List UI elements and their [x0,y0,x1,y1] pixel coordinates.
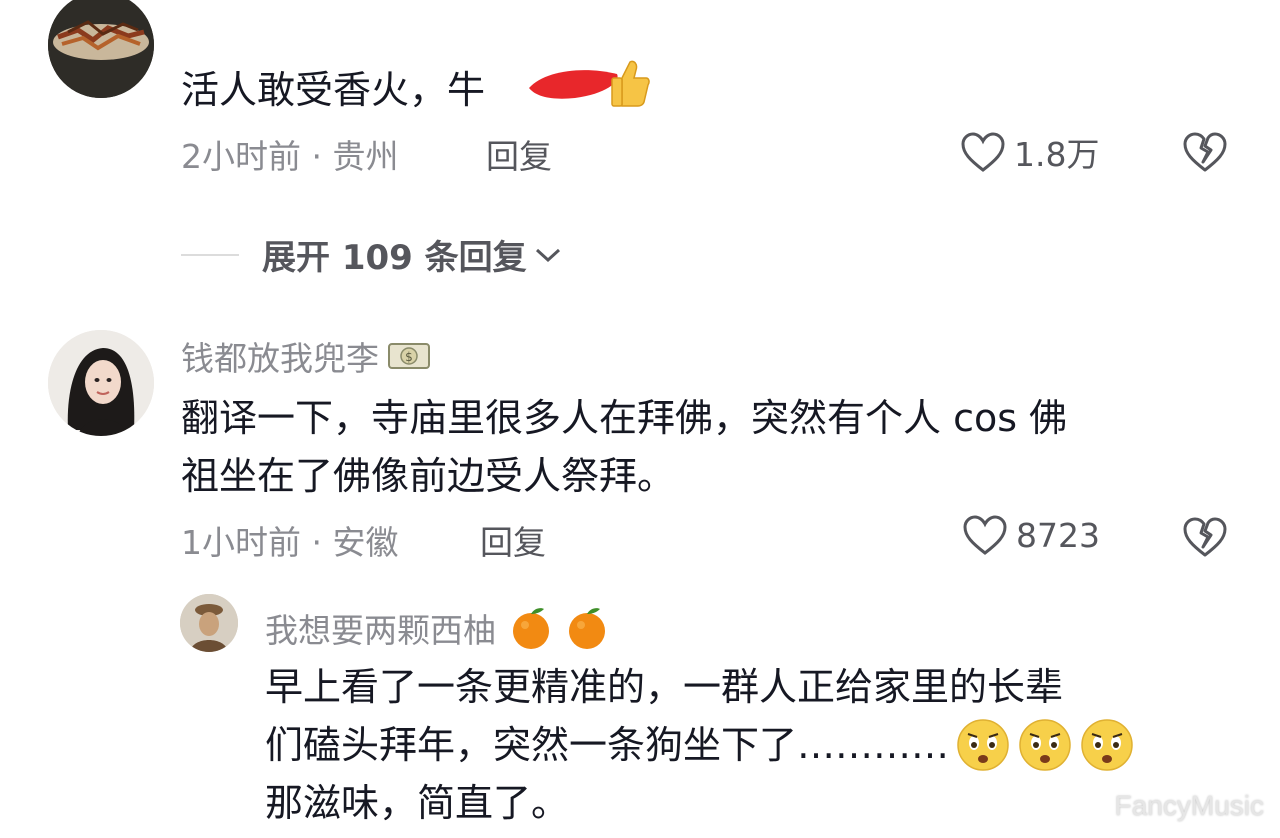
orange-emoji [569,608,605,649]
avatar-image [48,0,154,98]
avatar[interactable] [48,0,154,98]
reply-text-line-with-emoji: 们磕头拜年，突然一条狗坐下了………… [265,716,1135,774]
crying-face-emoji [957,719,1009,771]
reply-button[interactable]: 回复 [486,130,552,178]
heart-icon [961,132,1005,172]
comment-meta: 2小时前 · 贵州 [181,137,399,176]
comment-text-line: 翻译一下，寺庙里很多人在拜佛，突然有个人 cos 佛 [181,396,1068,440]
money-icon: $ [388,343,430,369]
expand-replies-button[interactable]: 展开 109 条回复 [262,230,563,279]
reply-text-line: 那滋味，简直了。 [265,781,570,825]
comment-text: 活人敢受香火，牛 [181,68,486,112]
orange-emoji [513,608,549,649]
crying-face-emoji [1081,719,1133,771]
broken-heart-icon[interactable] [1181,130,1229,174]
like-count: 8723 [1016,515,1100,555]
svg-text:$: $ [405,350,413,364]
comment-text: 翻译一下，寺庙里很多人在拜佛，突然有个人 cos 佛 祖坐在了佛像前边受人祭拜。 [181,389,1067,505]
expand-replies-label: 展开 109 条回复 [262,238,527,278]
reply-text: 早上看了一条更精准的，一群人正给家里的长辈 们磕头拜年，突然一条狗坐下了………… [265,658,1135,832]
avatar-image [48,330,154,436]
crying-face-emoji [1019,719,1071,771]
like-count: 1.8万 [1014,135,1100,174]
thumbs-up-icon [611,60,650,107]
avatar[interactable] [180,594,238,652]
chevron-down-icon [535,248,560,262]
avatar[interactable] [48,330,154,436]
comment-text-line: 祖坐在了佛像前边受人祭拜。 [181,454,676,498]
reply-username[interactable]: 我想要两颗西柚 [265,604,608,652]
reply-text-line: 早上看了一条更精准的，一群人正给家里的长辈 [265,665,1064,709]
watermark: FancyMusic [1114,790,1264,821]
heart-icon [963,515,1007,555]
reply-button[interactable]: 回复 [480,516,546,564]
comment-username[interactable]: 钱都放我兜李 $ [181,332,431,380]
comment-meta: 1小时前 · 安徽 [181,523,399,562]
like-button[interactable]: 1.8万 [960,128,1099,176]
like-button[interactable]: 8723 [962,514,1100,556]
broken-heart-icon[interactable] [1181,515,1229,559]
avatar-image [180,594,238,652]
expand-divider [181,254,239,256]
